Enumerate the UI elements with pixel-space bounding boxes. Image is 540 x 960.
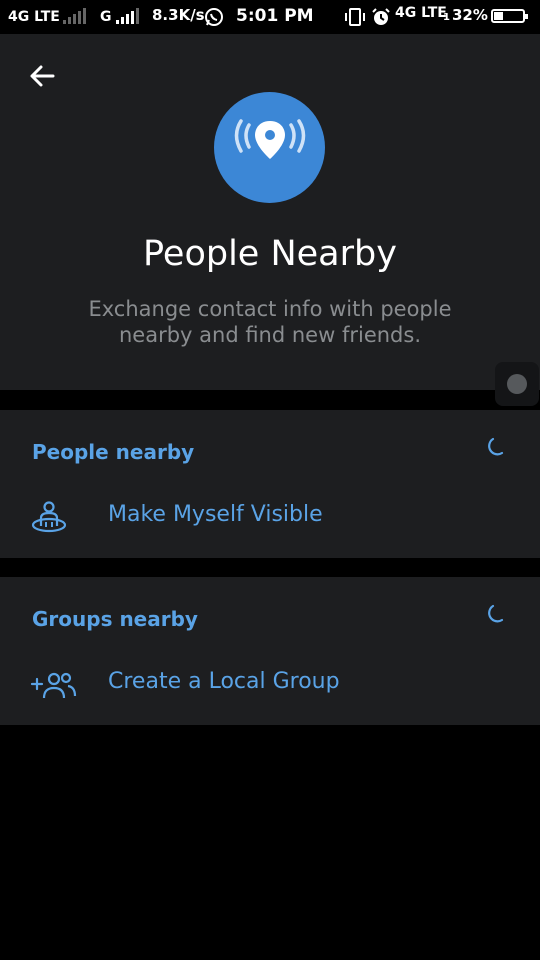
make-visible-button[interactable]: Make Myself Visible — [0, 484, 540, 548]
vibrate-icon — [345, 8, 365, 26]
battery-percent: 32% — [452, 6, 488, 24]
people-nearby-logo — [214, 92, 325, 203]
section-title-people: People nearby — [32, 440, 195, 464]
network-type-2: G — [100, 9, 112, 25]
alarm-icon — [372, 8, 390, 25]
page-subtitle: Exchange contact info with people nearby… — [88, 297, 452, 347]
create-local-group-label: Create a Local Group — [108, 669, 340, 694]
add-group-icon — [30, 672, 77, 699]
page-title: People Nearby — [143, 234, 397, 274]
back-arrow-icon — [30, 65, 55, 87]
create-local-group-button[interactable]: Create a Local Group — [0, 651, 540, 715]
visible-person-icon — [31, 501, 67, 533]
network-speed: 8.3K/s — [152, 6, 205, 24]
header-panel: People Nearby Exchange contact info with… — [0, 34, 540, 406]
battery-icon — [491, 9, 528, 23]
loading-spinner-icon — [488, 604, 504, 623]
whatsapp-icon — [205, 8, 223, 26]
network-type-3: 4G LTE — [395, 5, 447, 21]
people-nearby-section: People nearby Make Myself Visible — [0, 410, 540, 558]
groups-nearby-section: Groups nearby Create a Local Group — [0, 577, 540, 725]
make-visible-label: Make Myself Visible — [108, 502, 323, 527]
status-bar: 4G LTE G 8.3K/s 5:01 PM 4G LTE 1 32% — [0, 0, 540, 34]
location-broadcast-icon — [234, 118, 305, 159]
back-button[interactable] — [22, 58, 62, 94]
section-title-groups: Groups nearby — [32, 607, 198, 631]
clock: 5:01 PM — [236, 6, 314, 26]
loading-spinner-icon — [488, 437, 504, 456]
signal-strength-icon — [63, 8, 86, 24]
scroll-handle[interactable] — [495, 362, 539, 406]
signal-strength-icon — [116, 8, 139, 24]
sim-index: 1 — [443, 12, 450, 23]
network-type-1: 4G LTE — [8, 9, 60, 25]
